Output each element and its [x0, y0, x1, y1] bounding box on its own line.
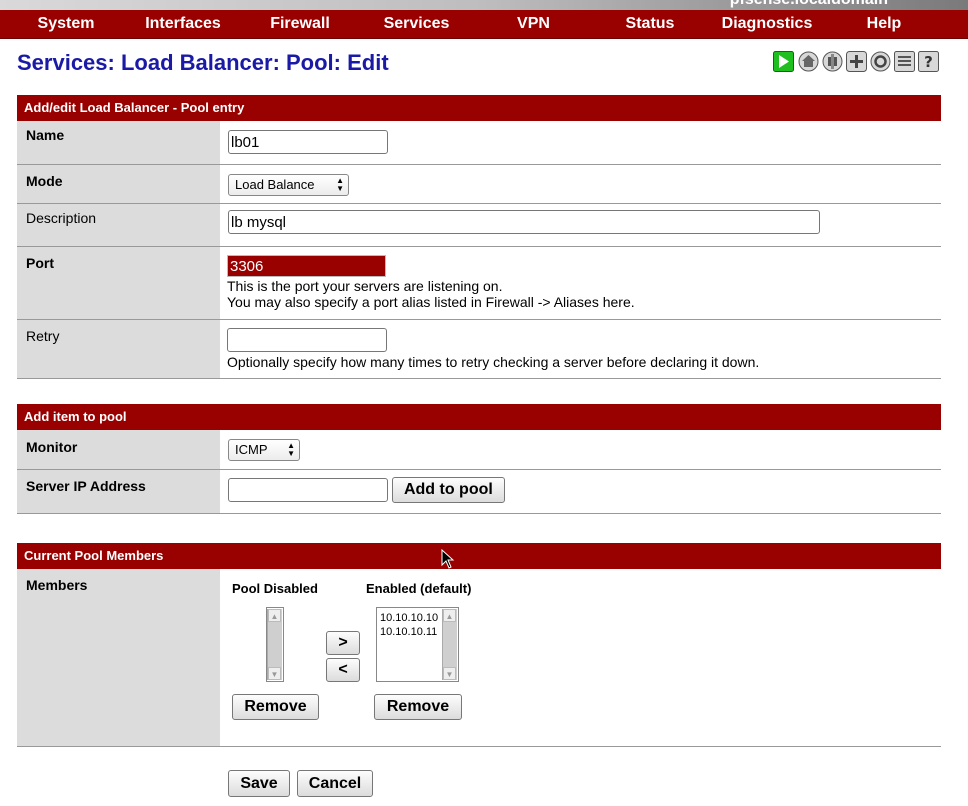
pool-enabled-title: Enabled (default) [366, 581, 472, 596]
mode-select[interactable]: Load Balance ▲ ▼ [228, 174, 349, 196]
cursor-icon [441, 549, 455, 569]
help-icon[interactable]: ? [918, 51, 939, 72]
port-help-line2: You may also specify a port alias listed… [227, 294, 635, 310]
section-heading: Add/edit Load Balancer - Pool entry [17, 95, 941, 121]
save-button[interactable]: Save [228, 770, 290, 797]
page-title: Services: Load Balancer: Pool: Edit [17, 50, 389, 75]
monitor-label: Monitor [17, 430, 220, 469]
pool-disabled-title: Pool Disabled [232, 581, 318, 596]
add-to-pool-button[interactable]: Add to pool [391, 477, 505, 503]
nav-vpn[interactable]: VPN [467, 10, 600, 38]
monitor-value: ICMP [235, 442, 268, 457]
members-label: Members [17, 569, 220, 746]
add-icon[interactable] [846, 51, 867, 72]
retry-label: Retry [17, 320, 220, 378]
play-icon[interactable] [773, 51, 794, 72]
section-heading: Add item to pool [17, 404, 941, 430]
mode-value: Load Balance [235, 177, 315, 192]
mode-label: Mode [17, 165, 220, 203]
name-label: Name [17, 121, 220, 164]
port-help-line1: This is the port your servers are listen… [227, 278, 503, 294]
nav-interfaces[interactable]: Interfaces [132, 10, 234, 38]
nav-system[interactable]: System [0, 10, 132, 38]
nav-services[interactable]: Services [366, 10, 467, 38]
select-arrows-icon: ▲ ▼ [336, 176, 344, 193]
svg-text:?: ? [924, 53, 933, 71]
scroll-up-icon[interactable]: ▲ [443, 609, 456, 622]
enabled-listbox[interactable]: 10.10.10.10 10.10.10.11 ▲ ▼ [376, 607, 459, 682]
globe-icon[interactable] [822, 51, 843, 72]
hostname: pfsense.localdomain [730, 0, 888, 9]
port-input[interactable] [227, 255, 386, 277]
log-icon[interactable] [894, 51, 915, 72]
remove-enabled-button[interactable]: Remove [374, 694, 462, 720]
server-ip-input[interactable] [228, 478, 388, 502]
main-nav: System Interfaces Firewall Services VPN … [0, 10, 968, 39]
add-item-section: Add item to pool Monitor ICMP ▲ ▼ Server … [17, 404, 941, 514]
scrollbar[interactable]: ▲ ▼ [442, 609, 457, 680]
scroll-down-icon[interactable]: ▼ [268, 667, 281, 680]
home-icon[interactable] [798, 51, 819, 72]
port-label: Port [17, 247, 220, 319]
cancel-button[interactable]: Cancel [297, 770, 373, 797]
nav-help[interactable]: Help [834, 10, 934, 38]
scroll-down-icon[interactable]: ▼ [443, 667, 456, 680]
monitor-select[interactable]: ICMP ▲ ▼ [228, 439, 300, 461]
disabled-listbox[interactable]: ▲ ▼ [266, 607, 284, 682]
scrollbar[interactable]: ▲ ▼ [267, 609, 282, 680]
settings-icon[interactable] [870, 51, 891, 72]
description-label: Description [17, 204, 220, 246]
select-arrows-icon: ▲ ▼ [287, 441, 295, 458]
retry-input[interactable] [227, 328, 387, 352]
move-left-button[interactable]: < [326, 658, 360, 682]
nav-diagnostics[interactable]: Diagnostics [700, 10, 834, 38]
name-input[interactable] [228, 130, 388, 154]
retry-help: Optionally specify how many times to ret… [227, 354, 760, 370]
nav-firewall[interactable]: Firewall [234, 10, 366, 38]
server-ip-label: Server IP Address [17, 470, 220, 513]
description-input[interactable] [228, 210, 820, 234]
scroll-up-icon[interactable]: ▲ [268, 609, 281, 622]
move-right-button[interactable]: > [326, 631, 360, 655]
remove-disabled-button[interactable]: Remove [232, 694, 319, 720]
top-banner: pfsense.localdomain [0, 0, 968, 10]
nav-status[interactable]: Status [600, 10, 700, 38]
section-heading: Current Pool Members [17, 543, 941, 569]
members-section: Current Pool Members Members Pool Disabl… [17, 543, 941, 747]
pool-entry-section: Add/edit Load Balancer - Pool entry Name… [17, 95, 941, 379]
